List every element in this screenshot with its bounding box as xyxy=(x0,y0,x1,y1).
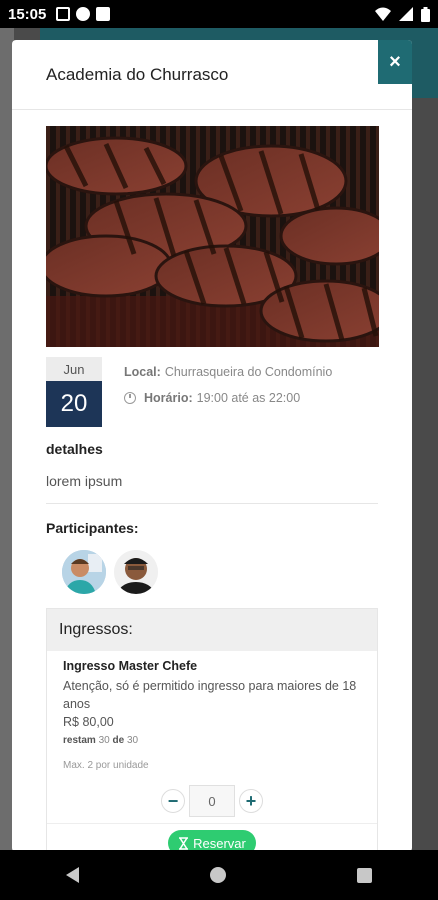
wifi-icon xyxy=(375,7,391,21)
event-day: 20 xyxy=(46,381,102,427)
gallery-icon xyxy=(56,7,71,21)
status-bar: 15:05 xyxy=(0,0,438,28)
event-image xyxy=(46,126,379,347)
event-time: Horário: 19:00 até as 22:00 xyxy=(124,388,332,408)
clock-icon xyxy=(124,392,136,404)
event-date: Jun 20 xyxy=(46,357,102,427)
quantity-value[interactable]: 0 xyxy=(189,785,235,817)
increment-button[interactable]: + xyxy=(239,789,263,813)
quantity-stepper: − 0 + xyxy=(63,785,361,817)
back-icon[interactable] xyxy=(65,867,79,883)
signal-icon xyxy=(399,7,413,21)
android-nav-bar xyxy=(0,850,438,900)
home-icon[interactable] xyxy=(209,867,226,883)
battery-icon xyxy=(421,6,430,22)
avatar[interactable] xyxy=(62,550,106,594)
location-value: Churrasqueira do Condomínio xyxy=(164,365,333,379)
decrement-button[interactable]: − xyxy=(161,789,185,813)
ticket-name: Ingresso Master Chefe xyxy=(63,659,198,673)
close-button[interactable]: × xyxy=(378,40,412,84)
status-time: 15:05 xyxy=(8,5,47,23)
remain-label: restam xyxy=(63,735,96,746)
modal-header: Academia do Churrasco xyxy=(12,40,412,110)
recent-apps-icon[interactable] xyxy=(357,867,373,883)
participant-photo xyxy=(114,550,158,594)
location-label: Local: xyxy=(124,365,161,379)
reserve-row: Reservar xyxy=(47,823,377,852)
ticket-price: R$ 80,00 xyxy=(63,715,114,729)
ticket-warning: Atenção, só é permitido ingresso para ma… xyxy=(63,679,357,711)
avatar[interactable] xyxy=(114,550,158,594)
grilled-meat-image xyxy=(46,126,379,347)
of-label: de xyxy=(112,735,125,746)
reserve-label: Reservar xyxy=(193,835,246,851)
ticket-remaining: restam 30 de 30 xyxy=(63,735,361,746)
remain-count: 30 xyxy=(98,735,110,746)
participant-photo xyxy=(62,550,106,594)
ticket-max: Max. 2 por unidade xyxy=(63,760,149,771)
sd-card-icon xyxy=(96,7,111,21)
event-details: Local: Churrasqueira do Condomínio Horár… xyxy=(124,357,332,427)
time-value: 19:00 até as 22:00 xyxy=(196,391,301,405)
hourglass-icon xyxy=(179,836,189,850)
time-label: Horário: xyxy=(144,391,193,405)
event-location: Local: Churrasqueira do Condomínio xyxy=(124,362,332,382)
reserve-button[interactable]: Reservar xyxy=(168,830,256,852)
participants-heading: Participantes: xyxy=(46,520,139,536)
notification-icons xyxy=(56,7,111,21)
modal-title: Academia do Churrasco xyxy=(46,64,229,84)
app-icon xyxy=(76,7,91,21)
total-count: 30 xyxy=(126,735,139,746)
system-icons xyxy=(375,6,430,22)
event-month: Jun xyxy=(46,357,102,381)
event-info-row: Jun 20 Local: Churrasqueira do Condomíni… xyxy=(46,357,378,427)
modal-content: Jun 20 Local: Churrasqueira do Condomíni… xyxy=(12,110,412,852)
details-heading: detalhes xyxy=(46,441,103,457)
event-modal: × Academia do Churrasco Jun 20 Local: Ch… xyxy=(12,40,412,852)
tickets-panel: Ingressos: Ingresso Master Chefe Atenção… xyxy=(46,608,378,852)
participants-list xyxy=(46,550,378,594)
ticket-item: Ingresso Master Chefe Atenção, só é perm… xyxy=(47,651,377,817)
details-text: lorem ipsum xyxy=(46,473,378,504)
tickets-heading: Ingressos: xyxy=(47,609,377,651)
